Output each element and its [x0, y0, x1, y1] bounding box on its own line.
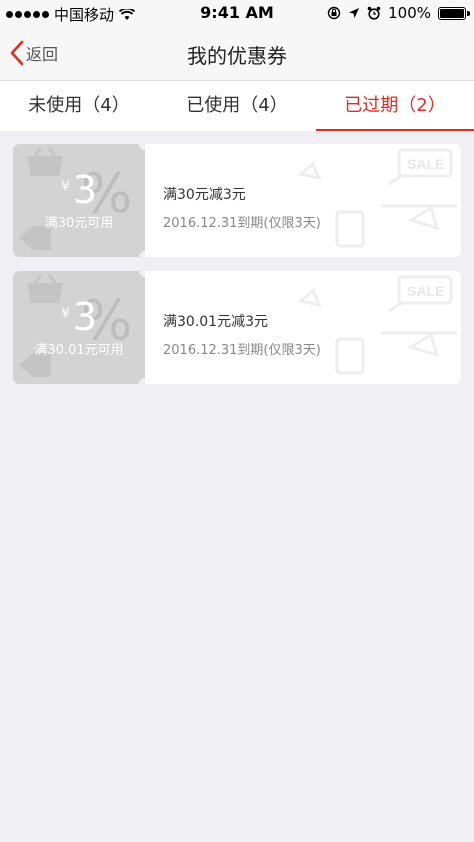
coupon-stub: % ¥3 满30.01元可用 — [13, 271, 145, 384]
status-icons: 100% — [327, 4, 470, 22]
coupon-amount: 3 — [72, 295, 98, 339]
coupon-tabs: 未使用（4） 已使用（4） 已过期（2） — [0, 81, 474, 131]
currency-symbol: ¥ — [60, 306, 70, 322]
coupon-card[interactable]: % ¥3 满30.01元可用 SALE 满30.01元减3元 2016.12.3… — [13, 271, 461, 384]
coupon-condition: 满30.01元可用 — [34, 343, 124, 358]
coupon-expiry: 2016.12.31到期(仅限3天) — [163, 216, 321, 231]
page-title: 我的优惠券 — [187, 44, 287, 68]
rotation-lock-icon — [327, 6, 341, 20]
sale-label: SALE — [407, 156, 444, 172]
coupon-list: % ¥3 满30元可用 SALE 满30元减3元 2016.12.31到期(仅限… — [13, 144, 461, 398]
coupon-info: SALE 满30.01元减3元 2016.12.31到期(仅限3天) — [145, 271, 461, 384]
coupon-title: 满30.01元减3元 — [163, 314, 268, 330]
alarm-icon — [367, 6, 381, 20]
sale-label: SALE — [407, 283, 444, 299]
coupon-info: SALE 满30元减3元 2016.12.31到期(仅限3天) — [145, 144, 461, 257]
battery-percent: 100% — [388, 4, 431, 22]
coupon-card[interactable]: % ¥3 满30元可用 SALE 满30元减3元 2016.12.31到期(仅限… — [13, 144, 461, 257]
currency-symbol: ¥ — [60, 179, 70, 195]
decoration-pattern: SALE — [297, 275, 457, 375]
coupon-amount: 3 — [72, 168, 98, 212]
tab-unused[interactable]: 未使用（4） — [0, 81, 158, 131]
coupon-title: 满30元减3元 — [163, 187, 246, 203]
battery-fill — [440, 8, 464, 18]
nav-bar: 返回 我的优惠券 — [0, 26, 474, 81]
coupon-amount-row: ¥3 — [13, 168, 145, 212]
battery-icon — [438, 6, 470, 20]
decoration-pattern: SALE — [297, 148, 457, 248]
tab-expired[interactable]: 已过期（2） — [316, 81, 474, 131]
coupon-expiry: 2016.12.31到期(仅限3天) — [163, 343, 321, 358]
coupon-condition: 满30元可用 — [44, 216, 114, 231]
tab-used[interactable]: 已使用（4） — [158, 81, 316, 131]
coupon-amount-row: ¥3 — [13, 295, 145, 339]
status-bar: 中国移动 9:41 AM 100% — [0, 0, 474, 26]
location-icon — [349, 8, 360, 18]
coupon-stub: % ¥3 满30元可用 — [13, 144, 145, 257]
